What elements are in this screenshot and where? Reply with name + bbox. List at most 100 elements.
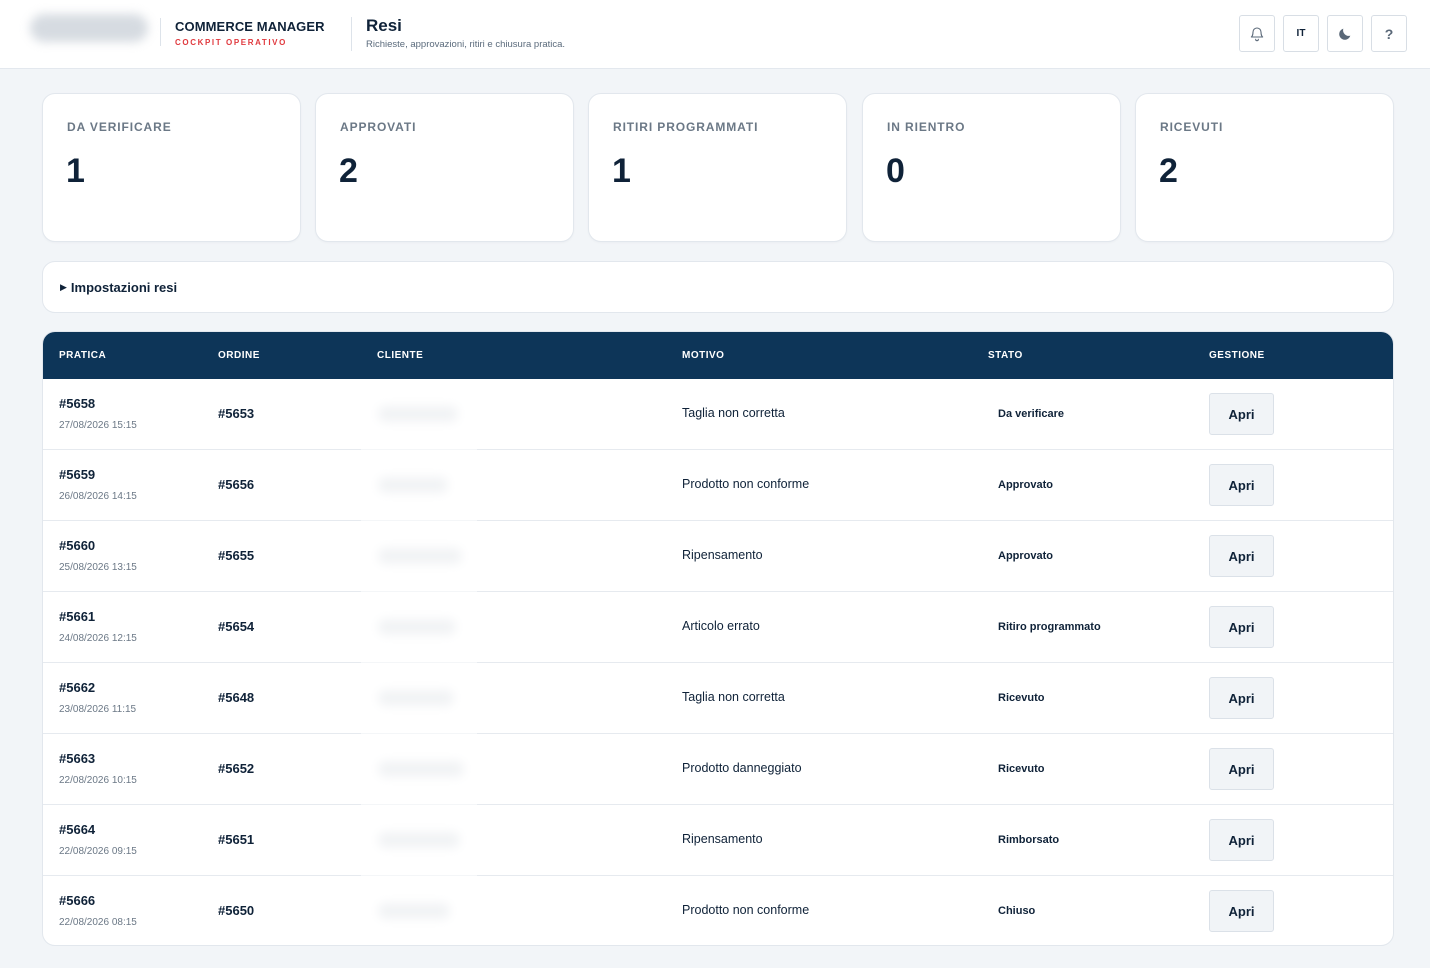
pratica-date: 22/08/2026 09:15 xyxy=(59,846,137,857)
column-header-ordine: ORDINE xyxy=(218,350,260,361)
customer-name-redacted xyxy=(378,903,450,919)
moon-icon xyxy=(1339,28,1351,40)
pratica-date: 22/08/2026 08:15 xyxy=(59,917,137,928)
top-bar: COMMERCE MANAGER COCKPIT OPERATIVO Resi … xyxy=(0,0,1430,69)
table-row: #5663 22/08/2026 10:15 #5652 Prodotto da… xyxy=(43,734,1393,805)
pratica-date: 25/08/2026 13:15 xyxy=(59,562,137,573)
return-reason: Prodotto danneggiato xyxy=(682,761,802,775)
open-button[interactable]: Apri xyxy=(1209,464,1274,506)
kpi-value: 1 xyxy=(612,152,631,190)
open-button[interactable]: Apri xyxy=(1209,819,1274,861)
pratica-date: 23/08/2026 11:15 xyxy=(59,704,137,715)
customer-name-redacted xyxy=(378,619,456,635)
order-id: #5651 xyxy=(218,832,255,847)
return-reason: Prodotto non conforme xyxy=(682,903,810,917)
table-row: #5661 24/08/2026 12:15 #5654 Articolo er… xyxy=(43,592,1393,663)
return-reason: Taglia non corretta xyxy=(682,406,785,420)
kpi-card-da-verificare: DA VERIFICARE 1 xyxy=(42,93,301,242)
kpi-label: APPROVATI xyxy=(340,120,417,134)
page-subtitle: Richieste, approvazioni, ritiri e chiusu… xyxy=(366,39,566,50)
pratica-date: 24/08/2026 12:15 xyxy=(59,633,137,644)
status-label: Approvato xyxy=(998,479,1053,491)
column-header-pratica: PRATICA xyxy=(59,350,107,361)
status-label: Rimborsato xyxy=(998,834,1060,846)
pratica-date: 22/08/2026 10:15 xyxy=(59,775,137,786)
order-id: #5655 xyxy=(218,548,255,563)
status-label: Ritiro programmato xyxy=(998,621,1101,633)
return-reason: Ripensamento xyxy=(682,548,763,562)
table-row: #5664 22/08/2026 09:15 #5651 Ripensament… xyxy=(43,805,1393,876)
pratica-id: #5664 xyxy=(59,822,96,837)
kpi-label: DA VERIFICARE xyxy=(67,120,172,134)
brand-title: COMMERCE MANAGER xyxy=(175,19,325,34)
divider xyxy=(351,17,352,51)
kpi-card-ritiri-programmati: RITIRI PROGRAMMATI 1 xyxy=(588,93,847,242)
language-button[interactable]: IT xyxy=(1283,15,1319,52)
customer-name-redacted xyxy=(378,477,448,493)
order-id: #5656 xyxy=(218,477,255,492)
status-label: Ricevuto xyxy=(998,763,1045,775)
column-header-stato: STATO xyxy=(988,350,1023,361)
column-header-motivo: MOTIVO xyxy=(682,350,725,361)
open-button[interactable]: Apri xyxy=(1209,890,1274,932)
divider xyxy=(160,18,161,46)
table-row: #5660 25/08/2026 13:15 #5655 Ripensament… xyxy=(43,521,1393,592)
bell-icon xyxy=(1250,26,1264,41)
order-id: #5648 xyxy=(218,690,255,705)
pratica-id: #5666 xyxy=(59,893,96,908)
return-reason: Taglia non corretta xyxy=(682,690,785,704)
dark-mode-button[interactable] xyxy=(1327,15,1363,52)
order-id: #5653 xyxy=(218,406,255,421)
order-id: #5652 xyxy=(218,761,255,776)
kpi-card-in-rientro: IN RIENTRO 0 xyxy=(862,93,1121,242)
status-label: Chiuso xyxy=(998,905,1036,917)
kpi-label: IN RIENTRO xyxy=(887,120,966,134)
status-label: Approvato xyxy=(998,550,1053,562)
order-id: #5654 xyxy=(218,619,255,634)
logo xyxy=(30,14,148,42)
notifications-button[interactable] xyxy=(1239,15,1275,52)
return-reason: Ripensamento xyxy=(682,832,763,846)
open-button[interactable]: Apri xyxy=(1209,748,1274,790)
help-button[interactable]: ? xyxy=(1371,15,1407,52)
page-title: Resi xyxy=(366,16,402,35)
column-header-gestione: GESTIONE xyxy=(1209,350,1265,361)
pratica-id: #5663 xyxy=(59,751,96,766)
status-label: Da verificare xyxy=(998,408,1065,420)
customer-name-redacted xyxy=(378,548,462,564)
customer-name-redacted xyxy=(378,690,454,706)
settings-toggle[interactable]: ▶ Impostazioni resi xyxy=(42,261,1394,313)
open-button[interactable]: Apri xyxy=(1209,535,1274,577)
column-header-cliente: CLIENTE xyxy=(377,350,424,361)
brand-subtitle: COCKPIT OPERATIVO xyxy=(175,38,287,47)
return-reason: Articolo errato xyxy=(682,619,760,633)
open-button[interactable]: Apri xyxy=(1209,677,1274,719)
table-row: #5659 26/08/2026 14:15 #5656 Prodotto no… xyxy=(43,450,1393,521)
customer-name-redacted xyxy=(378,406,458,422)
return-reason: Prodotto non conforme xyxy=(682,477,810,491)
kpi-label: RITIRI PROGRAMMATI xyxy=(613,120,759,134)
customer-name-redacted xyxy=(378,832,460,848)
expand-triangle-icon: ▶ xyxy=(60,281,67,292)
open-button[interactable]: Apri xyxy=(1209,393,1274,435)
open-button[interactable]: Apri xyxy=(1209,606,1274,648)
kpi-label: RICEVUTI xyxy=(1160,120,1224,134)
settings-label: Impostazioni resi xyxy=(70,279,178,295)
table-row: #5662 23/08/2026 11:15 #5648 Taglia non … xyxy=(43,663,1393,734)
kpi-value: 0 xyxy=(886,152,905,190)
pratica-id: #5662 xyxy=(59,680,96,695)
table-row: #5666 22/08/2026 08:15 #5650 Prodotto no… xyxy=(43,876,1393,945)
table-row: #5658 27/08/2026 15:15 #5653 Taglia non … xyxy=(43,379,1393,450)
pratica-date: 26/08/2026 14:15 xyxy=(59,491,137,502)
pratica-id: #5658 xyxy=(59,396,96,411)
table-header: PRATICA ORDINE CLIENTE MOTIVO STATO GEST… xyxy=(43,332,1393,379)
kpi-card-approvati: APPROVATI 2 xyxy=(315,93,574,242)
status-label: Ricevuto xyxy=(998,692,1045,704)
pratica-id: #5661 xyxy=(59,609,96,624)
pratica-date: 27/08/2026 15:15 xyxy=(59,420,137,431)
kpi-value: 1 xyxy=(66,152,85,190)
customer-name-redacted xyxy=(378,761,464,777)
pratica-id: #5660 xyxy=(59,538,96,553)
kpi-value: 2 xyxy=(339,152,358,190)
returns-table: PRATICA ORDINE CLIENTE MOTIVO STATO GEST… xyxy=(42,331,1394,946)
